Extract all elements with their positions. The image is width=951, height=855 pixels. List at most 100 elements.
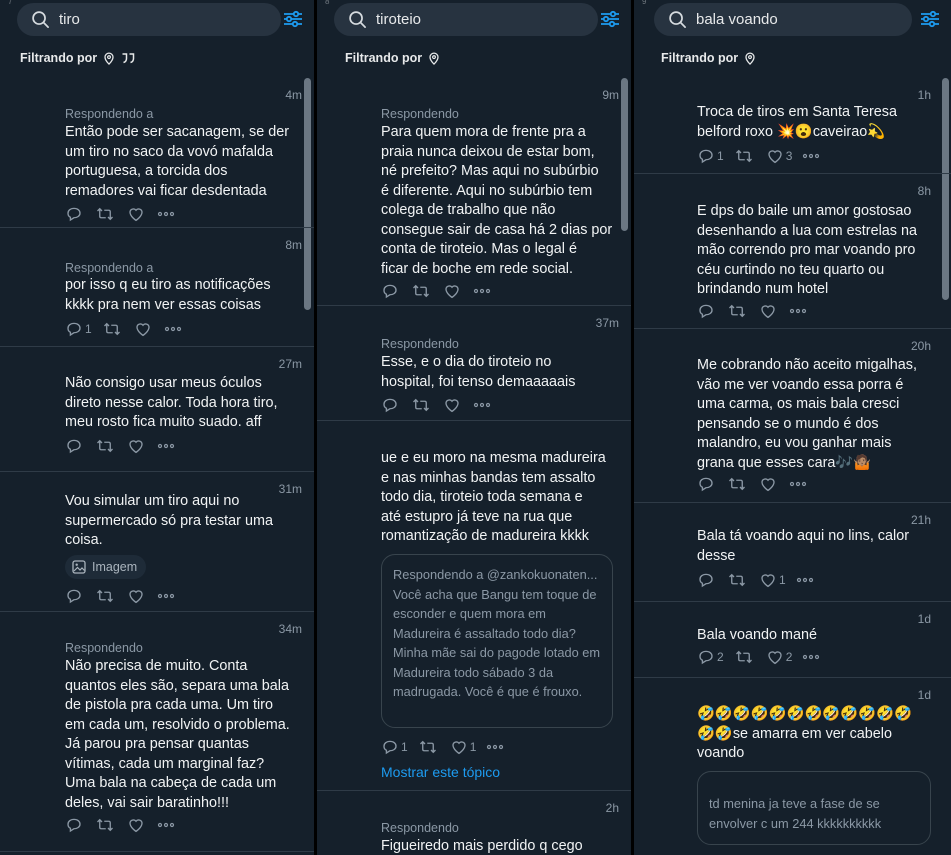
more-options-icon[interactable]	[789, 481, 807, 487]
tweet-text: Bala tá voando aqui no lins, calor desse	[697, 528, 910, 564]
like-button[interactable]: 1	[450, 738, 476, 756]
like-button[interactable]: 3	[766, 147, 792, 165]
filter-settings-icon[interactable]	[282, 8, 304, 30]
tweet-time: 8h	[917, 184, 931, 198]
more-options-icon[interactable]	[802, 153, 820, 159]
location-icon[interactable]	[103, 51, 115, 65]
retweet-button[interactable]	[411, 396, 433, 414]
more-options-icon[interactable]	[157, 443, 175, 449]
column-header: 9 bala voando Filtrando por	[634, 0, 951, 78]
tweet-feed[interactable]: 9m Respondendo Para quem mora de frente …	[317, 78, 631, 855]
tweet-text: Não precisa de muito. Conta quantos eles…	[65, 658, 290, 811]
tweet[interactable]: 27m Não consigo usar meus óculos direto …	[0, 347, 314, 472]
filter-settings-icon[interactable]	[919, 8, 941, 30]
search-input[interactable]: bala voando	[654, 3, 912, 36]
search-input[interactable]: tiroteio	[334, 3, 598, 36]
reply-button[interactable]: 1	[381, 738, 408, 756]
reply-button[interactable]	[697, 571, 717, 589]
reply-button[interactable]	[697, 475, 717, 493]
reply-button[interactable]	[697, 302, 717, 320]
more-options-icon[interactable]	[157, 593, 175, 599]
reply-button[interactable]	[381, 396, 401, 414]
more-options-icon[interactable]	[164, 326, 182, 332]
location-icon[interactable]	[744, 51, 756, 65]
like-button[interactable]	[134, 320, 154, 338]
tweet[interactable]: 37m Respondendo Esse, e o dia do tirotei…	[317, 306, 631, 421]
like-button[interactable]	[127, 205, 147, 223]
tweet[interactable]: ue e eu moro na mesma madureira e nas mi…	[317, 421, 631, 791]
reply-button[interactable]	[381, 282, 401, 300]
more-options-icon[interactable]	[802, 654, 820, 660]
tweet-time: 20h	[910, 339, 931, 353]
reply-button[interactable]	[65, 587, 85, 605]
like-button[interactable]	[127, 816, 147, 834]
heart-icon	[768, 651, 782, 665]
retweet-button[interactable]	[95, 437, 117, 455]
retweet-button[interactable]	[418, 738, 440, 756]
retweet-button[interactable]	[95, 587, 117, 605]
tweet[interactable]: 8h E dps do baile um amor gostosao desen…	[634, 174, 951, 329]
retweet-button[interactable]	[411, 282, 433, 300]
reply-button[interactable]: 1	[697, 147, 724, 165]
more-options-icon[interactable]	[473, 402, 491, 408]
reply-button[interactable]: 2	[697, 648, 724, 666]
quoted-tweet[interactable]: td menina ja teve a fase de se envolver …	[697, 771, 931, 845]
retweet-button[interactable]	[95, 205, 117, 223]
more-options-icon[interactable]	[789, 308, 807, 314]
reply-button[interactable]	[65, 816, 85, 834]
tweet[interactable]: 1d Bala voando mané 2 2	[634, 602, 951, 678]
tweet-feed[interactable]: 1h Troca de tiros em Santa Teresa belfor…	[634, 78, 951, 855]
tweet[interactable]: 9m Respondendo Para quem mora de frente …	[317, 78, 631, 306]
reply-context: Respondendo	[381, 821, 459, 835]
search-input[interactable]: tiro	[17, 3, 281, 36]
like-button[interactable]	[127, 437, 147, 455]
retweet-button[interactable]	[727, 571, 749, 589]
tweet[interactable]: 4m Respondendo a Então pode ser sacanage…	[0, 78, 314, 228]
tweet-feed[interactable]: 4m Respondendo a Então pode ser sacanage…	[0, 78, 314, 855]
more-options-icon[interactable]	[157, 822, 175, 828]
like-button[interactable]: 2	[766, 648, 793, 666]
show-thread-link[interactable]: Mostrar este tópico	[381, 764, 500, 780]
reply-button[interactable]	[65, 437, 85, 455]
search-query[interactable]: bala voando	[696, 11, 778, 28]
quote-icon[interactable]	[121, 52, 136, 64]
more-options-icon[interactable]	[486, 744, 504, 750]
search-icon	[340, 10, 374, 29]
retweet-icon	[729, 477, 745, 491]
retweet-button[interactable]	[734, 648, 756, 666]
more-options-icon[interactable]	[157, 211, 175, 217]
tweet[interactable]: 20h Me cobrando não aceito migalhas, vão…	[634, 329, 951, 503]
retweet-button[interactable]	[727, 302, 749, 320]
retweet-button[interactable]	[734, 147, 756, 165]
location-icon[interactable]	[428, 51, 440, 65]
like-button[interactable]: 1	[759, 571, 786, 589]
like-button[interactable]	[443, 396, 463, 414]
search-query[interactable]: tiro	[59, 11, 80, 28]
retweet-button[interactable]	[95, 816, 117, 834]
more-options-icon[interactable]	[473, 288, 491, 294]
filter-settings-icon[interactable]	[599, 8, 621, 30]
like-button[interactable]	[443, 282, 463, 300]
tweet[interactable]: 34m Respondendo Não precisa de muito. Co…	[0, 612, 314, 852]
reply-button[interactable]: 1	[65, 320, 92, 338]
tweet[interactable]: 1h Troca de tiros em Santa Teresa belfor…	[634, 78, 951, 174]
tweet[interactable]: 21h Bala tá voando aqui no lins, calor d…	[634, 503, 951, 602]
tweet[interactable]: 31m Vou simular um tiro aqui no supermer…	[0, 472, 314, 612]
like-button[interactable]	[127, 587, 147, 605]
like-button[interactable]	[759, 302, 779, 320]
reply-button[interactable]	[65, 205, 85, 223]
search-query[interactable]: tiroteio	[376, 11, 421, 28]
retweet-button[interactable]	[102, 320, 124, 338]
reply-icon	[67, 207, 81, 222]
like-count: 2	[785, 650, 793, 664]
like-button[interactable]	[759, 475, 779, 493]
more-options-icon[interactable]	[796, 577, 814, 583]
retweet-button[interactable]	[727, 475, 749, 493]
tweet-actions	[697, 302, 817, 320]
tweet-actions	[381, 282, 501, 300]
image-attachment[interactable]: Imagem	[65, 555, 147, 579]
tweet[interactable]: 1d 🤣🤣🤣🤣🤣🤣🤣🤣🤣🤣🤣🤣 🤣🤣se amarra em ver cabel…	[634, 678, 951, 855]
tweet[interactable]: 8m Respondendo a por isso q eu tiro as n…	[0, 228, 314, 347]
tweet[interactable]: 2h Respondendo Figueiredo mais perdido q…	[317, 791, 631, 855]
quoted-tweet[interactable]: Respondendo a @zankokuonaten... Você ach…	[381, 554, 613, 728]
